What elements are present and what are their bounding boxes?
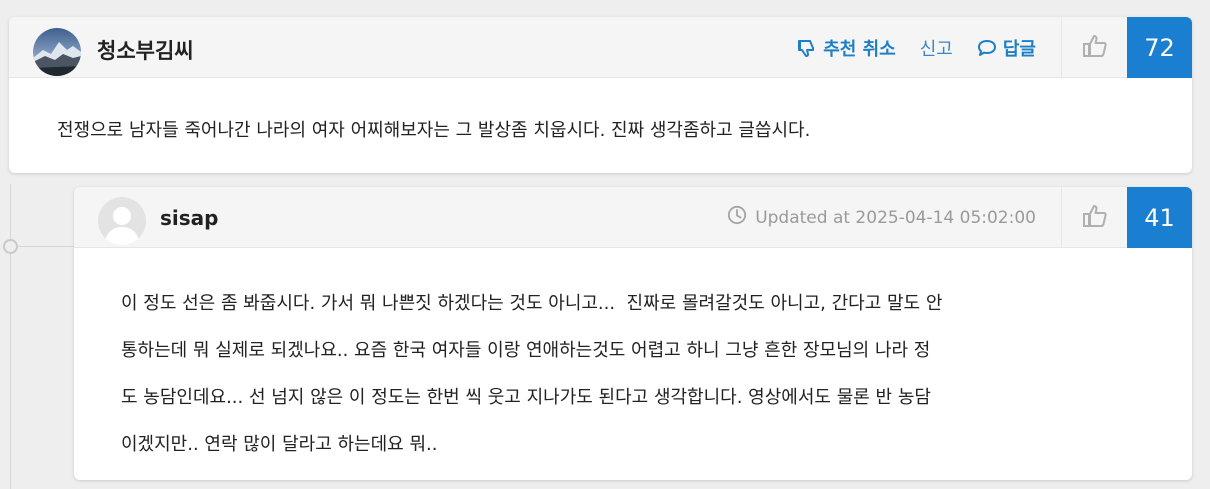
clock-icon bbox=[727, 205, 747, 230]
report-button[interactable]: 신고 bbox=[920, 35, 953, 61]
comment-text-line: 도 농담인데요... 선 넘지 않은 이 정도는 한번 씩 웃고 지나가도 된다… bbox=[121, 387, 931, 408]
report-label: 신고 bbox=[919, 38, 953, 60]
speech-bubble-icon bbox=[977, 39, 997, 57]
comment-actions: 추천 취소 신고 답글 bbox=[797, 17, 1036, 78]
score-badge: 41 bbox=[1127, 187, 1192, 248]
username[interactable]: 청소부김씨 bbox=[97, 35, 194, 65]
comment-text: 전쟁으로 남자들 죽어나간 나라의 여자 어찌해보자는 그 발상좀 치웁시다. … bbox=[57, 120, 811, 141]
comment-text-line: 이 정도 선은 좀 봐줍시다. 가서 뭐 나쁜짓 하겠다는 것도 아니고... … bbox=[121, 293, 943, 314]
cancel-recommend-label: 추천 취소 bbox=[823, 38, 896, 60]
comment-text-line: 이겠지만.. 연락 많이 달라고 하는데요 뭐.. bbox=[121, 434, 438, 455]
thumbs-up-icon bbox=[1082, 34, 1108, 62]
cancel-recommend-button[interactable]: 추천 취소 bbox=[797, 35, 896, 61]
comment-card: 청소부김씨 추천 취소 신고 답글 72 전쟁으로 남자들 죽어나간 나라의 여… bbox=[9, 17, 1192, 173]
username[interactable]: sisap bbox=[160, 206, 218, 230]
comment-header: sisap Updated at 2025-04-14 05:02:00 41 bbox=[74, 187, 1192, 248]
comment-body: 전쟁으로 남자들 죽어나간 나라의 여자 어찌해보자는 그 발상좀 치웁시다. … bbox=[9, 78, 1192, 149]
reply-label: 답글 bbox=[1002, 38, 1036, 60]
comment-header: 청소부김씨 추천 취소 신고 답글 72 bbox=[9, 17, 1192, 78]
thumbs-up-icon bbox=[1082, 204, 1108, 232]
score-badge: 72 bbox=[1127, 17, 1192, 78]
thumbs-down-icon bbox=[797, 39, 817, 57]
like-button[interactable] bbox=[1061, 187, 1127, 248]
avatar[interactable] bbox=[33, 28, 81, 76]
updated-timestamp: Updated at 2025-04-14 05:02:00 bbox=[727, 187, 1036, 248]
like-button[interactable] bbox=[1061, 17, 1127, 78]
thread-node bbox=[3, 239, 18, 254]
comment-text-line: 통하는데 뭐 실제로 되겠나요.. 요즘 한국 여자들 이랑 연애하는것도 어렵… bbox=[121, 340, 931, 361]
reply-button[interactable]: 답글 bbox=[977, 35, 1036, 61]
thread-branch bbox=[10, 246, 74, 247]
thread-line bbox=[10, 184, 11, 489]
avatar[interactable] bbox=[98, 197, 146, 245]
reply-comment-card: sisap Updated at 2025-04-14 05:02:00 41 … bbox=[74, 187, 1192, 480]
comment-body: 이 정도 선은 좀 봐줍시다. 가서 뭐 나쁜짓 하겠다는 것도 아니고... … bbox=[74, 248, 1192, 468]
updated-text: Updated at 2025-04-14 05:02:00 bbox=[755, 207, 1036, 228]
